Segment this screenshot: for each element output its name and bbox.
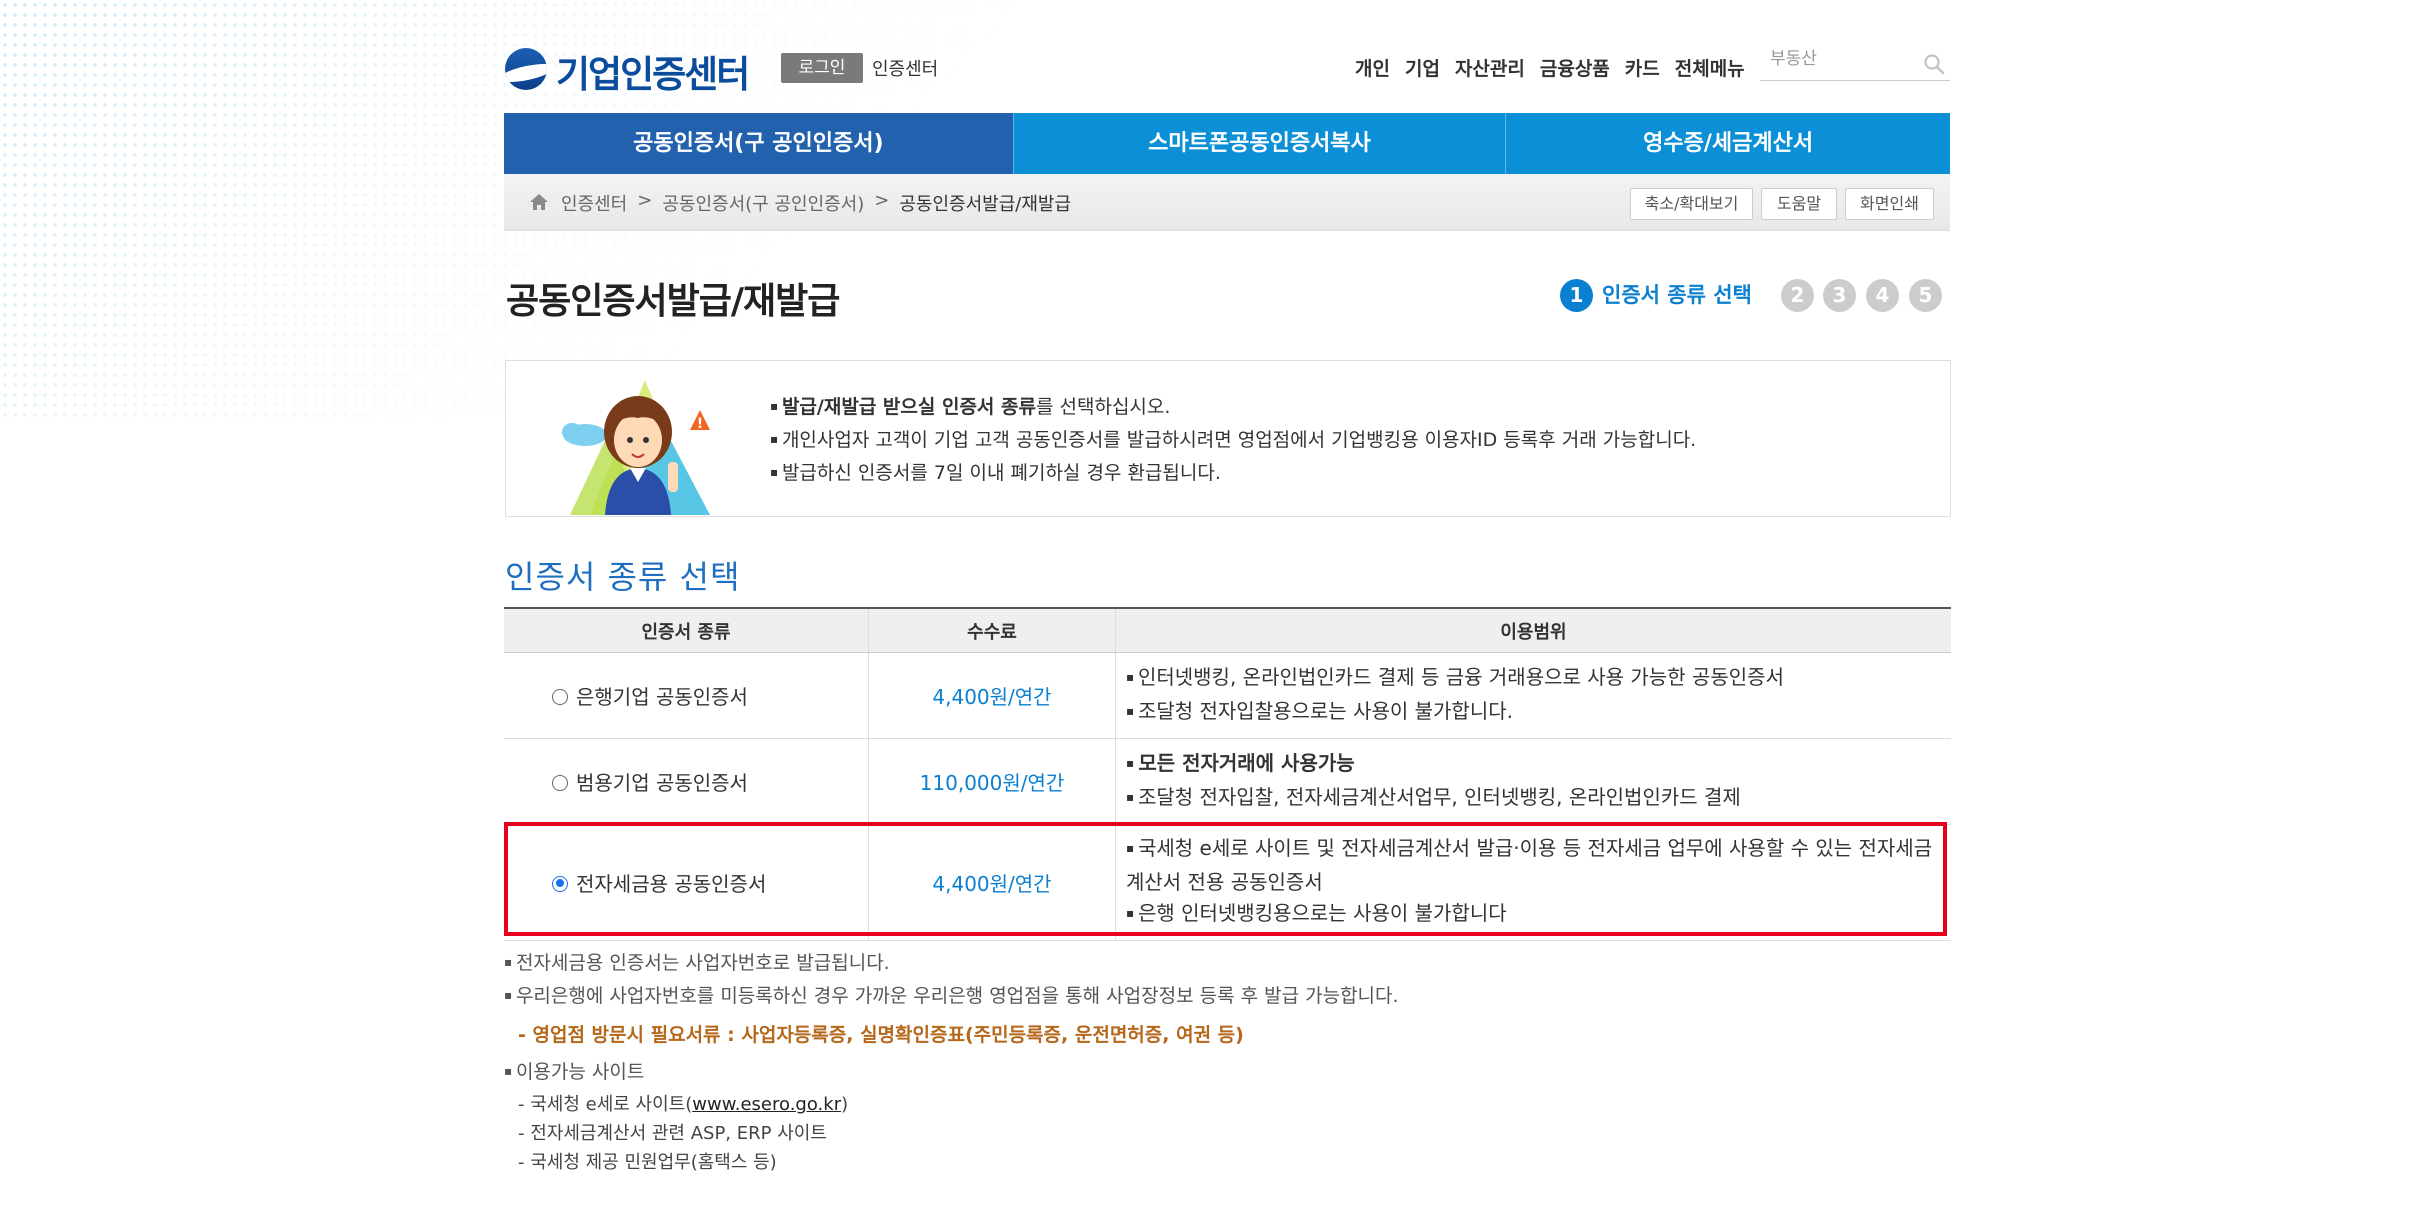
cert-type-label[interactable]: 범용기업 공동인증서 xyxy=(576,771,748,795)
page-title: 공동인증서발급/재발급 xyxy=(506,281,840,322)
usage-cell: 모든 전자거래에 사용가능 조달청 전자입찰, 전자세금계산서업무, 인터넷뱅킹… xyxy=(1115,738,1951,825)
consultant-illustration: ! xyxy=(562,380,710,515)
info-line-2: 개인사업자 고객이 기업 고객 공동인증서를 발급하시려면 영업점에서 기업뱅킹… xyxy=(770,425,1696,458)
info-line-1: 발급/재발급 받으실 인증서 종류를 선택하십시오. xyxy=(770,392,1696,425)
login-button[interactable]: 로그인 xyxy=(781,53,863,83)
main-nav: 공동인증서(구 공인인증서) 스마트폰공동인증서복사 영수증/세금계산서 xyxy=(504,113,1950,174)
breadcrumb-item-cert-center[interactable]: 인증센터 xyxy=(561,190,627,216)
selected-row-highlight xyxy=(504,822,1947,936)
note-sites-title: 이용가능 사이트 xyxy=(504,1057,1399,1090)
site-item-esero: - 국세청 e세로 사이트(www.esero.go.kr) xyxy=(504,1090,1399,1119)
step-4-indicator: 4 xyxy=(1866,279,1899,312)
site-item-hometax: - 국세청 제공 민원업무(홈택스 등) xyxy=(518,1152,777,1173)
search-box xyxy=(1760,44,1950,81)
breadcrumb: 인증센터 > 공동인증서(구 공인인증서) > 공동인증서발급/재발급 xyxy=(561,190,1071,216)
fee-cell: 4,400원/연간 xyxy=(868,652,1116,739)
logo-mark-icon[interactable] xyxy=(505,48,547,90)
search-icon[interactable] xyxy=(1922,52,1946,76)
breadcrumb-item-current: 공동인증서발급/재발급 xyxy=(899,194,1072,215)
active-step-label: 인증서 종류 선택 xyxy=(1602,283,1752,307)
site-esero-suffix: ) xyxy=(841,1094,849,1115)
step-2-indicator: 2 xyxy=(1781,279,1814,312)
site-esero-prefix: - 국세청 e세로 사이트( xyxy=(518,1094,693,1115)
breadcrumb-separator: > xyxy=(637,190,653,211)
note-required-docs: - 영업점 방문시 필요서류 : 사업자등록증, 실명확인증표(주민등록증, 운… xyxy=(518,1024,1244,1046)
top-nav: 개인 기업 자산관리 금융상품 카드 전체메뉴 xyxy=(1355,54,1745,81)
info-line-1-rest: 를 선택하십시오. xyxy=(1035,396,1171,418)
esero-link[interactable]: www.esero.go.kr xyxy=(692,1094,841,1115)
table-header-row: 인증서 종류 수수료 이용범위 xyxy=(504,607,1951,653)
top-nav-card[interactable]: 카드 xyxy=(1625,54,1660,81)
info-line-1-bold: 발급/재발급 받으실 인증서 종류 xyxy=(781,396,1036,418)
radio-general-corporate[interactable] xyxy=(552,774,568,791)
zoom-toggle-button[interactable]: 축소/확대보기 xyxy=(1630,188,1753,220)
header-usage: 이용범위 xyxy=(1115,607,1951,653)
header-fee: 수수료 xyxy=(868,607,1116,653)
radio-bank-corporate[interactable] xyxy=(552,688,568,705)
step-3-indicator: 3 xyxy=(1823,279,1856,312)
home-icon[interactable] xyxy=(528,192,550,212)
notes-section: 전자세금용 인증서는 사업자번호로 발급됩니다. 우리은행에 사업자번호를 미등… xyxy=(504,948,1399,1177)
print-button[interactable]: 화면인쇄 xyxy=(1845,188,1934,220)
search-input[interactable] xyxy=(1768,48,1922,70)
usage-line: 인터넷뱅킹, 온라인법인카드 결제 등 금융 거래용으로 사용 가능한 공동인증… xyxy=(1126,662,1941,696)
note-registration: 우리은행에 사업자번호를 미등록하신 경우 가까운 우리은행 영업점을 통해 사… xyxy=(504,981,1399,1014)
tab-smartphone-copy[interactable]: 스마트폰공동인증서복사 xyxy=(1012,113,1506,174)
tab-receipt-tax-invoice[interactable]: 영수증/세금계산서 xyxy=(1505,113,1950,174)
breadcrumb-item-joint-cert[interactable]: 공동인증서(구 공인인증서) xyxy=(662,190,864,216)
table-row[interactable]: 범용기업 공동인증서 110,000원/연간 모든 전자거래에 사용가능 조달청… xyxy=(504,738,1951,825)
step-1-indicator: 1 xyxy=(1560,279,1593,312)
usage-line: 조달청 전자입찰용으로는 사용이 불가합니다. xyxy=(1126,696,1941,730)
top-nav-business[interactable]: 기업 xyxy=(1405,54,1440,81)
usage-cell: 인터넷뱅킹, 온라인법인카드 결제 등 금융 거래용으로 사용 가능한 공동인증… xyxy=(1115,652,1951,739)
step-5-indicator: 5 xyxy=(1909,279,1942,312)
usage-line: 조달청 전자입찰, 전자세금계산서업무, 인터넷뱅킹, 온라인법인카드 결제 xyxy=(1126,782,1941,816)
table-row[interactable]: 은행기업 공동인증서 4,400원/연간 인터넷뱅킹, 온라인법인카드 결제 등… xyxy=(504,652,1951,739)
cert-type-cell[interactable]: 은행기업 공동인증서 xyxy=(504,652,869,739)
svg-text:!: ! xyxy=(697,416,703,432)
cert-type-label[interactable]: 은행기업 공동인증서 xyxy=(576,685,748,709)
fee-cell: 110,000원/연간 xyxy=(868,738,1116,825)
tab-joint-certificate[interactable]: 공동인증서(구 공인인증서) xyxy=(504,113,1013,174)
top-nav-personal[interactable]: 개인 xyxy=(1355,54,1390,81)
cert-type-cell[interactable]: 범용기업 공동인증서 xyxy=(504,738,869,825)
help-button[interactable]: 도움말 xyxy=(1761,188,1837,220)
site-logo-text[interactable]: 기업인증센터 xyxy=(556,44,750,98)
cert-center-link[interactable]: 인증센터 xyxy=(872,55,938,81)
usage-line: 모든 전자거래에 사용가능 xyxy=(1126,748,1941,782)
top-nav-products[interactable]: 금융상품 xyxy=(1540,54,1610,81)
site-item-asp-erp: - 전자세금계산서 관련 ASP, ERP 사이트 xyxy=(518,1123,827,1144)
info-line-3: 발급하신 인증서를 7일 이내 폐기하실 경우 환급됩니다. xyxy=(770,458,1696,491)
top-nav-asset[interactable]: 자산관리 xyxy=(1455,54,1525,81)
info-text: 발급/재발급 받으실 인증서 종류를 선택하십시오. 개인사업자 고객이 기업 … xyxy=(770,392,1696,491)
section-title: 인증서 종류 선택 xyxy=(505,558,741,596)
note-serial-number: 전자세금용 인증서는 사업자번호로 발급됩니다. xyxy=(504,948,1399,981)
header-cert-type: 인증서 종류 xyxy=(504,607,869,653)
breadcrumb-separator: > xyxy=(874,190,890,211)
top-nav-all-menu[interactable]: 전체메뉴 xyxy=(1675,54,1745,81)
